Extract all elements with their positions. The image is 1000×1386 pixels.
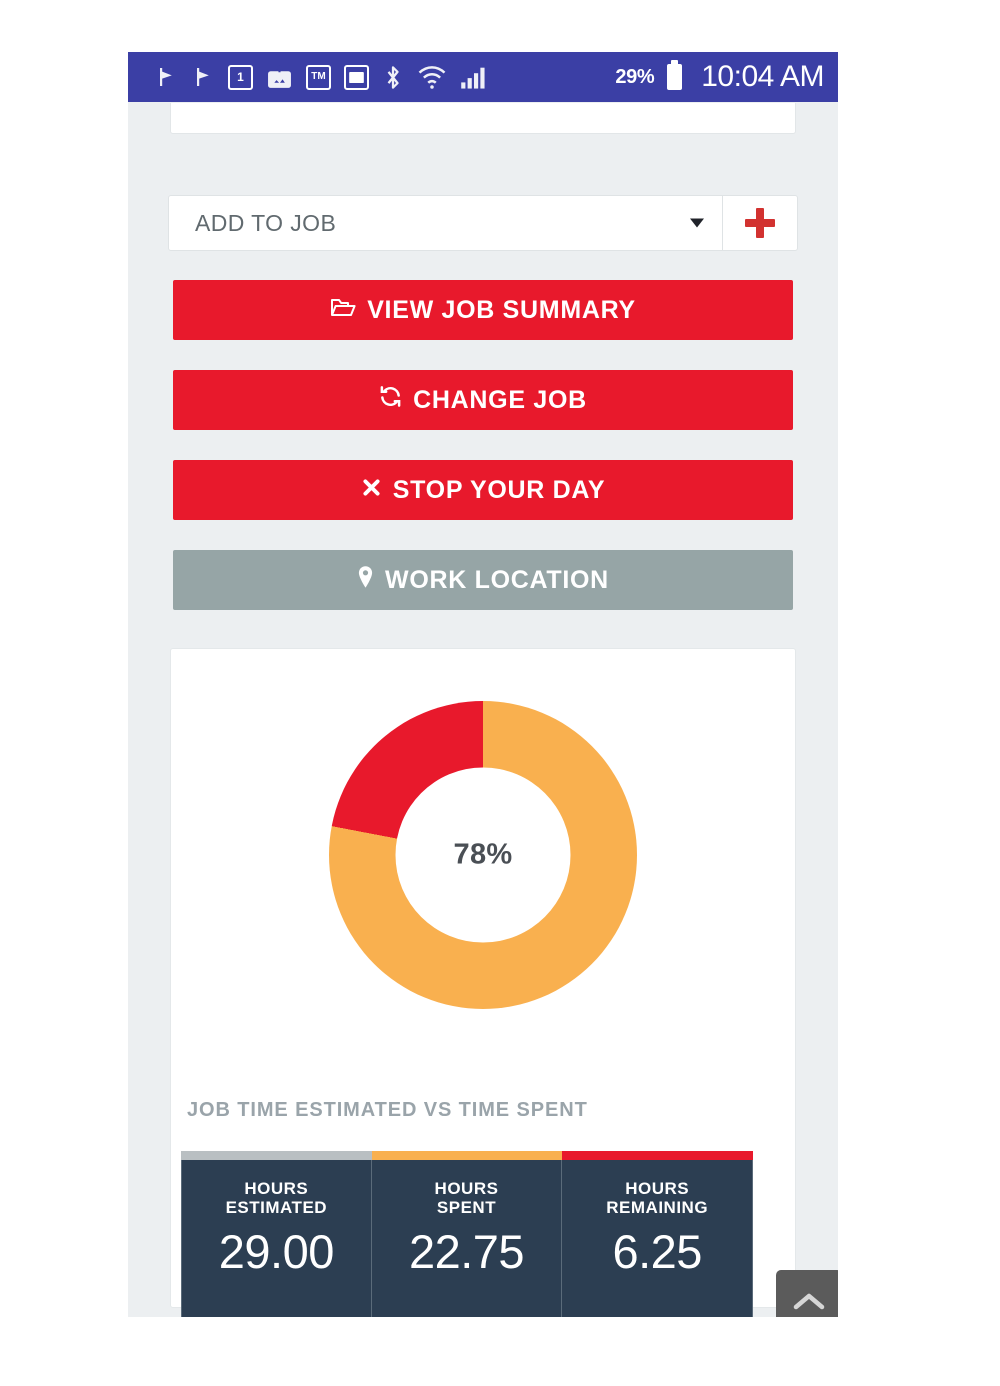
donut-center-percent: 78% <box>453 838 513 871</box>
stat-label-remaining: HOURS REMAINING <box>606 1179 708 1217</box>
partial-card-above <box>170 103 796 134</box>
view-job-summary-button[interactable]: VIEW JOB SUMMARY <box>173 280 793 340</box>
cellular-signal-icon <box>460 65 487 90</box>
view-job-summary-label: VIEW JOB SUMMARY <box>367 295 636 324</box>
chevron-up-icon <box>792 1291 826 1316</box>
wifi-icon <box>417 64 447 90</box>
add-to-job-row: ADD TO JOB <box>168 195 798 251</box>
stat-label-line2: SPENT <box>436 1198 497 1218</box>
plus-icon <box>745 208 775 238</box>
stat-bar-spent <box>371 1151 563 1160</box>
stop-your-day-label: STOP YOUR DAY <box>392 475 606 504</box>
battery-icon <box>667 60 683 90</box>
photo-upload-icon <box>266 64 293 90</box>
stat-bar-remaining <box>562 1151 754 1160</box>
screenshot-icon <box>344 64 369 90</box>
stat-value-estimated: 29.00 <box>218 1225 335 1279</box>
job-time-chart-card: 78% JOB TIME ESTIMATED VS TIME SPENT HOU… <box>170 648 796 1317</box>
stat-label-line1: HOURS <box>244 1179 309 1198</box>
phone-screen: 1 TM 29% 10:04 AM ADD TO JOB VIEW JOB SU… <box>128 52 838 1317</box>
donut-hole: 78% <box>395 767 571 943</box>
map-pin-icon <box>357 565 374 596</box>
scroll-to-top-button[interactable] <box>776 1270 838 1317</box>
stat-label-line1: HOURS <box>625 1179 690 1198</box>
stat-label-line2: REMAINING <box>606 1198 709 1218</box>
status-clock: 10:04 AM <box>701 60 824 93</box>
stat-body-spent: HOURS SPENT 22.75 <box>371 1160 563 1317</box>
bluetooth-icon <box>382 64 404 91</box>
change-job-button[interactable]: CHANGE JOB <box>173 370 793 430</box>
app-content-scroll[interactable]: ADD TO JOB VIEW JOB SUMMARY CHANGE JOB S… <box>128 102 838 1317</box>
donut-chart: 78% <box>329 701 637 1009</box>
chevron-down-icon <box>690 218 704 228</box>
stat-hours-estimated: HOURS ESTIMATED 29.00 <box>181 1151 372 1317</box>
work-location-label: WORK LOCATION <box>385 565 609 594</box>
stat-hours-remaining: HOURS REMAINING 6.25 <box>562 1151 754 1317</box>
refresh-icon <box>379 385 402 415</box>
chart-title: JOB TIME ESTIMATED VS TIME SPENT <box>187 1099 588 1121</box>
flag-pin-icon <box>191 65 215 89</box>
close-x-icon <box>361 476 382 505</box>
stop-your-day-button[interactable]: STOP YOUR DAY <box>173 460 793 520</box>
work-location-button[interactable]: WORK LOCATION <box>173 550 793 610</box>
stat-body-estimated: HOURS ESTIMATED 29.00 <box>181 1160 372 1317</box>
stat-hours-spent: HOURS SPENT 22.75 <box>371 1151 563 1317</box>
add-to-job-selected-label: ADD TO JOB <box>195 209 337 236</box>
stat-value-spent: 22.75 <box>408 1225 525 1279</box>
android-status-bar: 1 TM 29% 10:04 AM <box>128 52 838 102</box>
stat-label-spent: HOURS SPENT <box>435 1179 499 1217</box>
calendar-icon: 1 <box>228 64 253 90</box>
stat-body-remaining: HOURS REMAINING 6.25 <box>562 1160 754 1317</box>
stat-label-estimated: HOURS ESTIMATED <box>226 1179 327 1217</box>
change-job-label: CHANGE JOB <box>413 385 587 414</box>
stat-bar-estimated <box>181 1151 372 1160</box>
add-to-job-select[interactable]: ADD TO JOB <box>169 196 723 250</box>
folder-open-icon <box>330 296 356 325</box>
tm-icon: TM <box>306 64 331 90</box>
stat-label-line2: ESTIMATED <box>225 1198 328 1218</box>
hours-stat-row: HOURS ESTIMATED 29.00 HOURS SPENT 22.75 <box>181 1151 754 1317</box>
battery-percentage: 29% <box>615 65 655 88</box>
flag-pin-icon <box>154 65 178 89</box>
stat-value-remaining: 6.25 <box>612 1225 702 1279</box>
stat-label-line1: HOURS <box>434 1179 499 1198</box>
add-to-job-add-button[interactable] <box>723 196 797 250</box>
